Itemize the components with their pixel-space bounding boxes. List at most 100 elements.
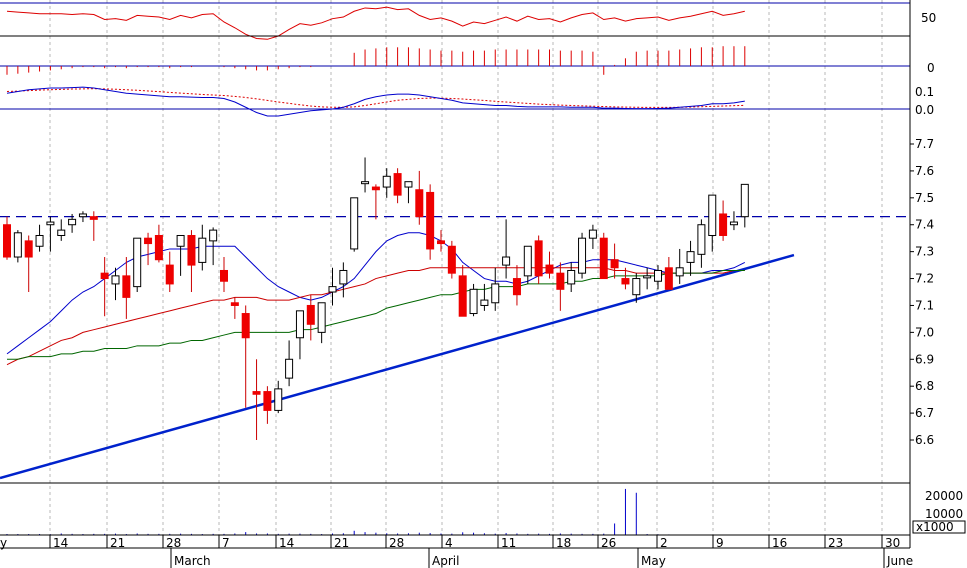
x-day-label: 23 (828, 536, 843, 550)
rsi-line (6, 6, 745, 40)
candle-body (241, 313, 250, 339)
candle-body (198, 237, 207, 263)
candle-body (469, 288, 478, 315)
candle-body (697, 224, 706, 255)
macd-tick-label: 0.0 (915, 103, 934, 117)
candle-body (361, 181, 370, 185)
x-day-label: 18 (556, 536, 571, 550)
candle-body (274, 388, 283, 411)
candle-body (165, 264, 174, 285)
price-tick-label: 7.1 (915, 298, 934, 312)
candle-body (317, 302, 326, 333)
price-tick-label: 7.3 (915, 245, 934, 259)
candle-body (545, 264, 554, 274)
price-tick-label: 7.7 (915, 137, 934, 151)
grid-lines (49, 0, 883, 548)
x-day-label: 28 (389, 536, 404, 550)
candle-body (458, 275, 467, 317)
candle-body (502, 256, 511, 266)
price-tick-label: 7.2 (915, 272, 934, 286)
candle-body (404, 181, 413, 188)
candle-body (719, 213, 728, 236)
candle-body (46, 221, 55, 226)
candle-body (382, 175, 391, 188)
candle-body (588, 229, 597, 239)
volume-panel (6, 488, 746, 535)
x-month-label: June (886, 554, 913, 568)
price-tick-label: 7.5 (915, 191, 934, 205)
macd-line (6, 86, 745, 117)
candle-body (675, 267, 684, 277)
candle-body (209, 229, 218, 242)
x-day-label: 4 (445, 536, 453, 550)
x-month-label: April (432, 554, 459, 568)
candle-body (328, 286, 337, 293)
price-panel (0, 157, 910, 480)
x-day-label: 2 (660, 536, 668, 550)
volume-unit-label: x1000 (916, 520, 954, 534)
candle-body (78, 213, 87, 218)
candle-body (534, 240, 543, 277)
volume-tick-label: 10000 (925, 507, 963, 521)
price-tick-label: 7.4 (915, 218, 934, 232)
macd-panel (0, 86, 910, 117)
trendline (0, 253, 795, 480)
candle-body (643, 275, 652, 279)
x-day-label: 9 (716, 536, 724, 550)
price-tick-label: 7.0 (915, 325, 934, 339)
x-day-label: 14 (279, 536, 294, 550)
volume-tick-label: 20000 (925, 489, 963, 503)
rsi-panel (0, 2, 910, 40)
candle-body (154, 234, 163, 261)
candle-body (35, 234, 44, 247)
candle-body (426, 191, 435, 250)
x-day-label-partial: y (0, 536, 7, 550)
candle-body (122, 275, 131, 298)
candle-body (654, 269, 662, 282)
candle-body (285, 358, 294, 379)
candle-body (610, 259, 619, 269)
candle-body (144, 237, 153, 245)
candle-body (686, 251, 695, 263)
x-day-label: 28 (166, 536, 181, 550)
momentum-tick-label: 0 (927, 61, 935, 75)
candle-body (708, 194, 717, 236)
x-day-label: 26 (601, 536, 616, 550)
candle-body (295, 310, 304, 339)
candle-body (447, 245, 456, 274)
candle-body (621, 278, 630, 285)
candle-body (24, 240, 33, 258)
candle-body (556, 272, 565, 290)
candle-body (263, 391, 272, 411)
candle-body (306, 304, 315, 325)
axes: 50 0 0.1 0.0 7.7 7.6 7.5 7.4 7.3 7.2 7.1 7.0 6.9 6.8 6… (0, 0, 966, 568)
price-tick-label: 6.7 (915, 406, 934, 420)
candle-body (350, 197, 359, 250)
macd-tick-label: 0.1 (915, 85, 934, 99)
candle-body (740, 183, 749, 218)
candle-body (68, 218, 77, 226)
candle-body (729, 221, 738, 226)
candle-body (176, 234, 185, 247)
candle-body (599, 237, 608, 280)
candle-body (133, 237, 142, 288)
price-tick-label: 6.8 (915, 379, 934, 393)
candle-body (664, 267, 673, 290)
candle-body (187, 234, 196, 266)
candle-body (437, 240, 445, 245)
candle-body (371, 186, 380, 191)
candle-body (339, 269, 348, 285)
candle-body (3, 224, 11, 258)
x-month-label: May (641, 554, 666, 568)
price-tick-label: 6.9 (915, 352, 934, 366)
candle-body (491, 283, 500, 304)
candle-body (393, 173, 402, 196)
candle-body (632, 278, 641, 296)
candle-body (230, 302, 239, 306)
price-tick-label: 7.6 (915, 164, 934, 178)
candle-body (567, 269, 576, 285)
candle-body (252, 391, 261, 395)
candle-body (89, 216, 98, 220)
candle-body (415, 189, 424, 218)
x-month-label: March (174, 554, 211, 568)
